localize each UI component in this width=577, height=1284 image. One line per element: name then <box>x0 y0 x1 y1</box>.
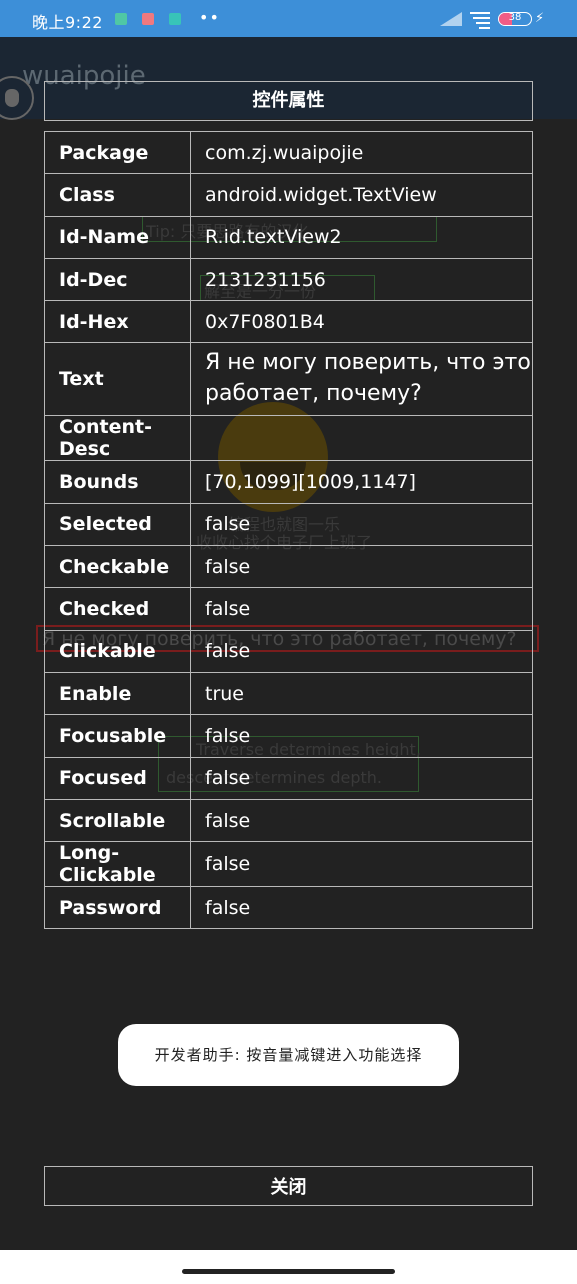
property-row: Id-Hex 0x7F0801B4 <box>44 300 533 344</box>
property-value: false <box>190 587 533 631</box>
battery-level: 38 <box>508 12 522 23</box>
property-key: Checkable <box>44 545 191 589</box>
property-row: Content-Desc <box>44 415 533 462</box>
property-key: Bounds <box>44 460 191 504</box>
property-value: false <box>190 545 533 589</box>
property-key: Focusable <box>44 714 191 758</box>
property-key: Focused <box>44 756 191 800</box>
property-key: Text <box>44 342 191 417</box>
navigation-bar <box>0 1250 577 1284</box>
property-value: false <box>190 886 533 930</box>
property-row: Selected false <box>44 502 533 547</box>
property-value <box>190 415 533 462</box>
property-row: Clickable false <box>44 629 533 673</box>
property-row: Focusable false <box>44 714 533 758</box>
property-value: android.widget.TextView <box>190 173 533 217</box>
property-value: 2131231156 <box>190 257 533 302</box>
property-key: Id-Hex <box>44 300 191 344</box>
property-row: Checkable false <box>44 545 533 589</box>
app-red-icon <box>142 13 154 25</box>
property-key: Id-Dec <box>44 257 191 302</box>
property-row: Bounds [70,1099][1009,1147] <box>44 460 533 504</box>
property-row: Scrollable false <box>44 798 533 843</box>
property-value: false <box>190 629 533 673</box>
property-row: Id-Dec 2131231156 <box>44 257 533 302</box>
property-key: Long-Clickable <box>44 841 191 888</box>
property-row: Password false <box>44 886 533 930</box>
toast-message: 开发者助手: 按音量减键进入功能选择 <box>118 1024 459 1086</box>
property-key: Content-Desc <box>44 415 191 462</box>
property-value: 0x7F0801B4 <box>190 300 533 344</box>
property-value: false <box>190 502 533 547</box>
property-row: Checked false <box>44 587 533 631</box>
charging-bolt-icon: ⚡ <box>535 11 545 26</box>
app-teal-icon <box>169 13 181 25</box>
property-value: Я не могу поверить, что это работает, по… <box>190 342 533 417</box>
property-value: false <box>190 756 533 800</box>
signal-icon <box>440 12 462 26</box>
property-value: false <box>190 714 533 758</box>
property-row: Id-Name R.id.textView2 <box>44 215 533 259</box>
property-row: Enable true <box>44 671 533 716</box>
property-key: Selected <box>44 502 191 547</box>
property-key: Package <box>44 130 191 175</box>
home-indicator[interactable] <box>182 1269 395 1274</box>
property-key: Scrollable <box>44 798 191 843</box>
net-icon <box>470 12 490 29</box>
property-value: false <box>190 798 533 843</box>
property-row: Long-Clickable false <box>44 841 533 888</box>
app-green-icon <box>115 13 127 25</box>
status-time: 晚上9:22 <box>32 13 103 32</box>
property-key: Enable <box>44 671 191 716</box>
property-key: Clickable <box>44 629 191 673</box>
property-value: com.zj.wuaipojie <box>190 130 533 175</box>
status-bar: 晚上9:22 •• 38 ⚡ <box>0 0 577 37</box>
battery-icon: 38 <box>498 12 532 26</box>
property-key: Id-Name <box>44 215 191 259</box>
property-row: Package com.zj.wuaipojie <box>44 130 533 175</box>
properties-table: Package com.zj.wuaipojie Class android.widg… <box>44 130 533 930</box>
property-value: [70,1099][1009,1147] <box>190 460 533 504</box>
property-row: Focused false <box>44 756 533 800</box>
property-key: Class <box>44 173 191 217</box>
property-value: true <box>190 671 533 716</box>
property-value: R.id.textView2 <box>190 215 533 259</box>
property-row: Text Я не могу поверить, что это работает… <box>44 342 533 417</box>
dialog-title: 控件属性 <box>44 81 533 121</box>
property-row: Class android.widget.TextView <box>44 173 533 217</box>
property-key: Checked <box>44 587 191 631</box>
close-button[interactable]: 关闭 <box>44 1166 533 1206</box>
property-value: false <box>190 841 533 888</box>
more-notifications-icon: •• <box>199 8 220 27</box>
property-key: Password <box>44 886 191 930</box>
